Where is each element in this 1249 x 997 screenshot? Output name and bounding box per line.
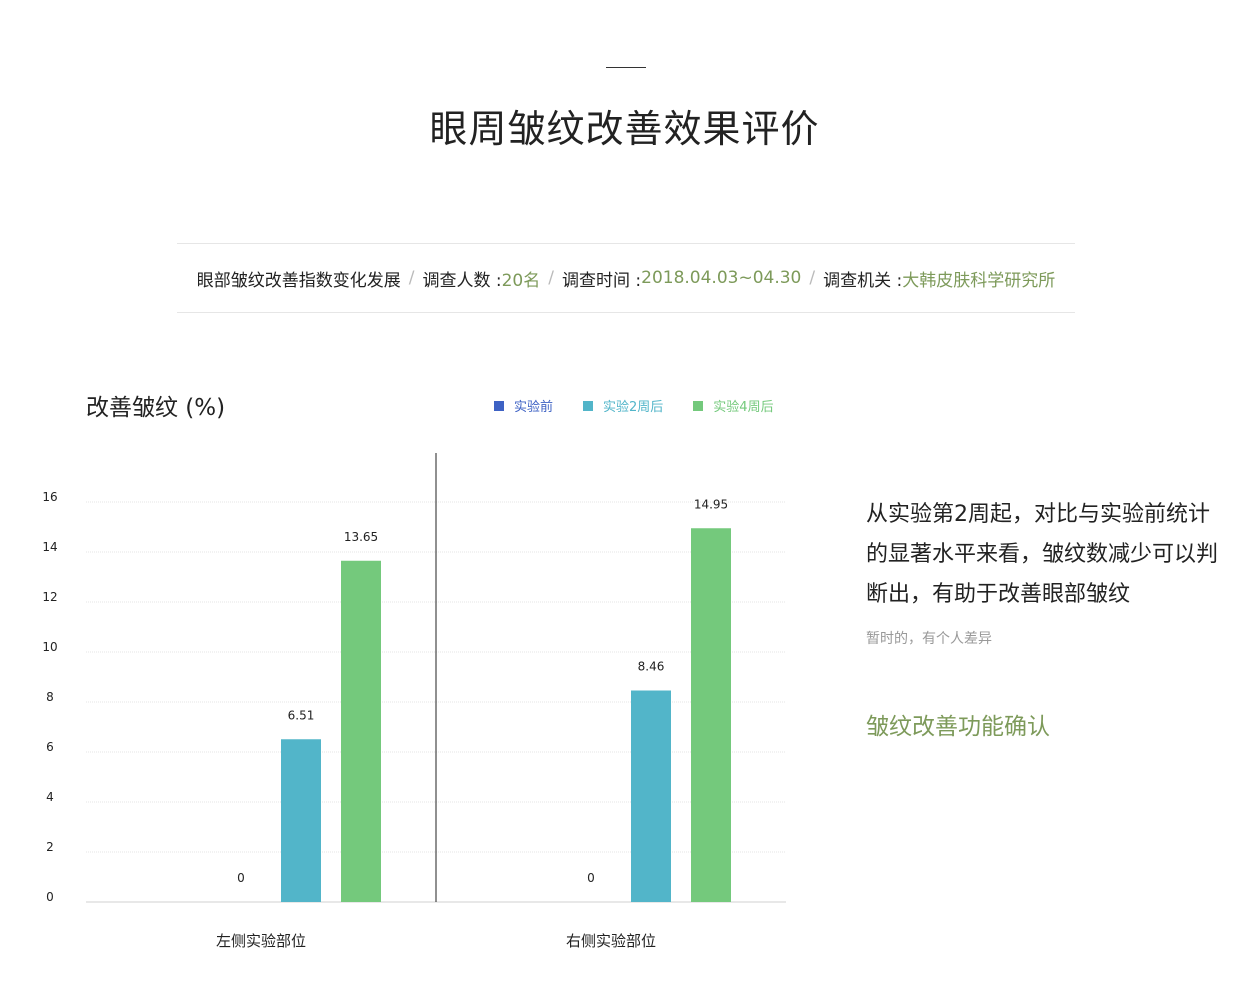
y-tick-label: 0 xyxy=(46,890,54,904)
data-label: 0 xyxy=(587,871,595,885)
chart-legend: 实验前 实验2周后 实验4周后 xyxy=(494,396,804,415)
legend-item-week4: 实验4周后 xyxy=(693,396,774,415)
chart-title: 改善皱纹 (%) xyxy=(86,395,226,421)
function-confirm-label: 皱纹改善功能确认 xyxy=(866,714,1050,740)
survey-topic: 眼部皱纹改善指数变化发展 xyxy=(196,270,401,291)
time-value: 2018.04.03~04.30 xyxy=(641,268,802,288)
people-value: 20名 xyxy=(501,270,541,291)
legend-swatch xyxy=(583,400,594,411)
time-label: 调查时间 : xyxy=(561,270,642,291)
disclaimer-note: 暂时的，有个人差异 xyxy=(866,631,992,647)
title-decoration-line xyxy=(606,67,646,68)
survey-info-bar: 眼部皱纹改善指数变化发展 / 调查人数 : 20名 / 调查时间 : 2018.… xyxy=(177,243,1075,313)
legend-item-week2: 实验2周后 xyxy=(583,396,663,415)
x-category-label: 右侧实验部位 xyxy=(566,932,656,950)
legend-label: 实验2周后 xyxy=(603,400,664,415)
people-label: 调查人数 : xyxy=(422,270,502,291)
bar xyxy=(281,739,321,902)
bar xyxy=(341,560,381,902)
bar-chart: 0 2 4 6 8 10 12 14 16 0 6.51 13.65 左侧实验部位 0 8.46 14.95 右… xyxy=(42,453,786,950)
y-tick-label: 16 xyxy=(42,490,57,504)
x-category-label: 左侧实验部位 xyxy=(216,932,306,950)
bar xyxy=(631,690,671,902)
legend-label: 实验前 xyxy=(514,400,554,415)
data-label: 14.95 xyxy=(694,497,728,511)
legend-item-before: 实验前 xyxy=(494,396,553,415)
y-tick-label: 8 xyxy=(46,690,54,704)
y-tick-label: 2 xyxy=(46,840,54,854)
data-label: 13.65 xyxy=(344,530,378,544)
info-separator: / xyxy=(809,268,816,288)
page-title: 眼周皱纹改善效果评价 xyxy=(429,107,820,151)
legend-label: 实验4周后 xyxy=(713,400,774,415)
info-separator: / xyxy=(408,268,415,288)
y-tick-label: 12 xyxy=(42,590,57,604)
org-label: 调查机关 : xyxy=(823,270,903,291)
y-tick-label: 6 xyxy=(46,740,54,754)
y-tick-label: 14 xyxy=(42,540,57,554)
data-label: 6.51 xyxy=(288,708,315,722)
y-tick-label: 10 xyxy=(42,640,57,654)
data-label: 8.46 xyxy=(638,660,665,674)
info-separator: / xyxy=(548,268,554,288)
bar xyxy=(691,528,731,902)
legend-swatch xyxy=(494,400,504,411)
y-tick-label: 4 xyxy=(46,790,54,804)
result-description: 从实验第2周起，对比与实验前统计的显著水平来看，皱纹数减少可以判断出，有助于改善… xyxy=(866,502,1219,607)
legend-swatch xyxy=(693,400,704,411)
org-value: 大韩皮肤科学研究所 xyxy=(902,270,1056,291)
data-label: 0 xyxy=(237,871,245,885)
